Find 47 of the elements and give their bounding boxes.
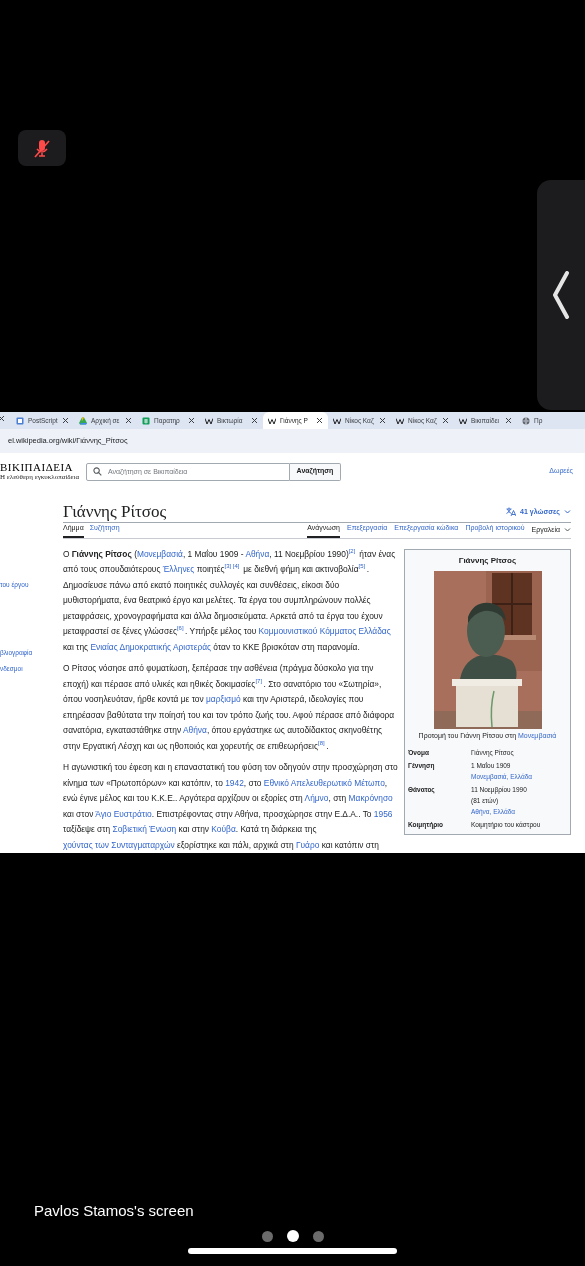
side-panel-tab[interactable] [537, 180, 585, 410]
link[interactable]: Αθήνα [182, 725, 207, 735]
screen-share-label: Pavlos Stamos's screen [34, 1202, 195, 1220]
close-icon [505, 417, 512, 424]
wikipedia-icon [459, 416, 467, 425]
wikipedia-icon [333, 416, 341, 425]
link[interactable]: Μακρόνησο [348, 793, 393, 803]
link[interactable]: Γυάρο [295, 839, 320, 850]
infobox-title: Γιάννης Ρίτσος [457, 554, 518, 567]
chevron-left-icon [552, 271, 570, 319]
spreadsheet-icon [142, 416, 150, 425]
wikipedia-icon [268, 416, 276, 425]
translate-icon [506, 507, 517, 518]
link[interactable]: Σοβιετική Ένωση [112, 824, 177, 834]
link[interactable]: χούντας των Συνταγματαρχών [63, 839, 175, 850]
link[interactable]: 1956 [373, 808, 393, 819]
article-paragraph: Η αγωνιστική του έφεση και η επαναστατική του φύση τον οδηγούν στην προσχώρηση στο κίνημα των «Πρωτοπόρων» και κατόπιν, το 1942, στο Εθνικό Απελευθερωτικό Μέτωπο, ενώ έγινε μέλος και του Κ.Κ.Ε.. Αργότερα αρχίζουν οι εξορίες στη Λήμνο, στη Μακρόνησο και στον Άγιο Ευστράτιο. Επιστρέφοντας στην Αθήνα, προσχώρησε στην Ε.Δ.Α.. Το 1956 ταξίδεψε στη Σοβιετική Ένωση και στην Κούβα. Κατά τη διάρκεια της χούντας των Συνταγματαρχών εξορίστηκε και πάλι, αρχικά στη Γυάρο και κατόπιν στη [63, 761, 398, 852]
link[interactable]: Εθνικό Απελευθερωτικό Μέτωπο [263, 777, 385, 788]
close-icon [62, 417, 69, 424]
close-icon [0, 415, 5, 422]
link[interactable]: Κούβα [211, 824, 236, 834]
wikipedia-wordmark[interactable]: ΒΙΚΙΠΑΙΔΕΙΑ [0, 462, 80, 473]
globe-icon [522, 416, 530, 425]
close-icon [316, 417, 323, 424]
close-icon [125, 417, 132, 424]
mic-muted-button[interactable] [18, 130, 66, 166]
article-paragraph: Ο Ρίτσος νόσησε από φυματίωση, ξεπέρασε την ασθένεια (πράγμα δύσκολο για την εποχή) και πέρασε από υλικές και ηθικές δοκιμασίες$^{[7]}$ . Στο σανατόριο του «Σωτηρία», όπου νοσηλευόταν, ήρθε κοντά με τον μαρξισμό και την Αριστερά, ιδεολογίες που επηρέασαν βαθύτατα την ποίησή του και τον τρόπο ζωής του. Αφού πέρασε από διάφορα σανατόρια, εγκαταστάθηκε στην Αθήνα, όπου εργάστηκε ως αυτοδίδακτος σκηνοθέτης στην Εργατική Λέσχη και ως ηθοποιός και χορευτής σε επιθεωρήσεις$^{[8]}$ . [63, 662, 396, 753]
link[interactable]: Ενιαίας Δημοκρατικής Αριστεράς [90, 641, 212, 652]
link[interactable]: Κομμουνιστικού Κόμματος Ελλάδας [258, 626, 391, 636]
article-title: Γιάννης Ρίτσος [63, 502, 167, 520]
search-icon [93, 467, 102, 476]
link[interactable]: μαρξισμό [206, 694, 241, 704]
article-paragraph: Ο Γιάννης Ρίτσος (Μονεμβασιά, 1 Μαΐου 1909 - Αθήνα, 11 Νοεμβρίου 1990)$^{[2]}$ ήταν ένας από τους σπουδαιότερους Έλληνες ποιητές$^{[3]}$ $^{[4]}$ με διεθνή φήμη και ακτινοβολία$^{[5]}$ . Δημοσίευσε πάνω από εκατό ποιητικές συλλογές και συνθέσεις, είκοσι δύο μυθιστορήματα, ένα θεατρικό έργο και μελέτες. Τα έργα του συμπληρώνουν πολλές μεταφράσεις, χρονογραφήματα και άλλα δημοσιεύματα. Αρκετά από τα έργα του έχουν μεταφραστεί σε ξένες γλώσσες$^{[6]}$ . Υπήρξε μέλος του Κομμουνιστικού Κόμματος Ελλάδας και της Ενιαίας Δημοκρατικής Αριστεράς όταν το ΚΚΕ βρισκόταν στη παρανομία. [63, 546, 397, 654]
muted-mic-icon [32, 138, 52, 158]
document-icon [16, 416, 24, 425]
chevron-down-icon [564, 509, 571, 516]
link[interactable]: 1942 [225, 777, 244, 788]
close-icon [251, 417, 258, 424]
link[interactable]: Άγιο Ευστράτιο [95, 808, 152, 819]
close-icon [379, 417, 386, 424]
wikipedia-icon [205, 416, 213, 425]
chevron-down-icon [564, 527, 571, 533]
link[interactable]: Έλληνες [162, 564, 195, 574]
drive-icon [79, 416, 87, 425]
wikipedia-icon [396, 416, 404, 425]
close-icon [188, 417, 195, 424]
close-icon [442, 417, 449, 424]
